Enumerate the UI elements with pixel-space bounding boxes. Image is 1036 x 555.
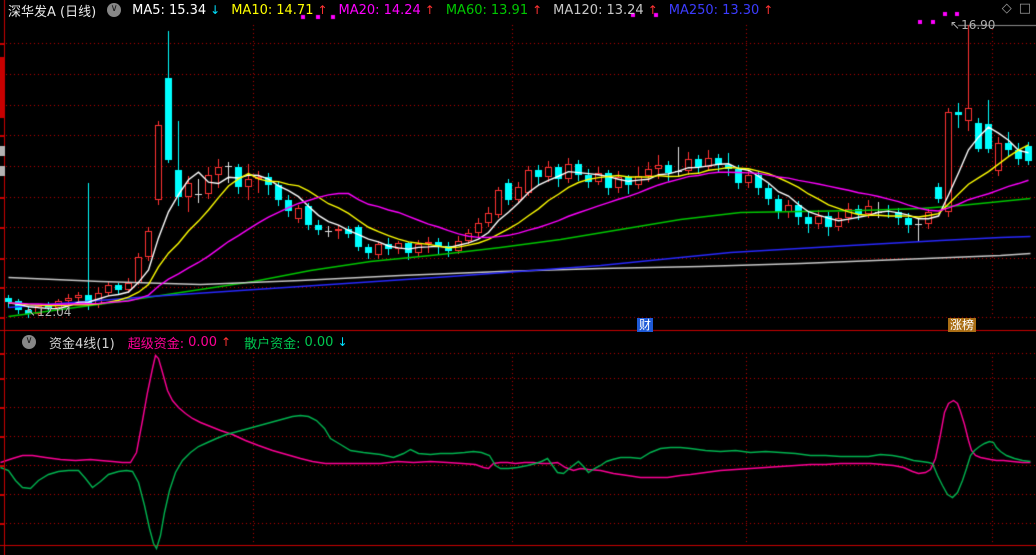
retail-funds-legend: 散户资金: 0.00 ↓ [244, 333, 347, 352]
ma120-value: 13.24 [606, 3, 643, 18]
indicator-name: 资金4线(1) [49, 333, 115, 352]
ma250-label: MA250: [669, 3, 718, 18]
indicator-header: ∨ 资金4线(1) 超级资金: 0.00 ↑ 散户资金: 0.00 ↓ [0, 332, 1036, 352]
gainers-badge[interactable]: 涨榜 [948, 318, 976, 332]
news-badge[interactable]: 财 [637, 318, 653, 332]
retail-funds-arrow-icon: ↓ [337, 335, 347, 349]
high-marker-arrow-icon: ↖ [950, 18, 960, 32]
diamond-icon[interactable]: ◇ [1002, 1, 1012, 16]
ma20-trend-arrow-icon: ↑ [425, 3, 435, 17]
low-price-value: 12.04 [37, 305, 71, 319]
ma250-value: 13.30 [722, 3, 759, 18]
stock-title: 深华发A (日线) [8, 1, 96, 20]
collapse-main-icon[interactable]: ∨ [107, 3, 121, 17]
ma250-trend-arrow-icon: ↑ [763, 3, 773, 17]
low-price-label: ↖ 12.04 [26, 305, 71, 319]
restore-window-icon[interactable]: □ [1019, 1, 1031, 16]
candlestick-chart-canvas[interactable] [0, 0, 1036, 332]
ma120-legend: MA120: 13.24 ↑ [553, 3, 658, 18]
ma60-label: MA60: [446, 3, 487, 18]
ma20-label: MA20: [339, 3, 380, 18]
retail-funds-label: 散户资金: [244, 333, 300, 352]
ma250-legend: MA250: 13.30 ↑ [669, 3, 774, 18]
ma5-trend-arrow-icon: ↓ [210, 3, 220, 17]
super-funds-label: 超级资金: [128, 333, 184, 352]
ma10-legend: MA10: 14.71 ↑ [231, 3, 327, 18]
ma60-trend-arrow-icon: ↑ [532, 3, 542, 17]
low-marker-arrow-icon: ↖ [26, 305, 36, 319]
super-funds-arrow-icon: ↑ [221, 335, 231, 349]
super-funds-value: 0.00 [188, 335, 217, 350]
ma60-value: 13.91 [491, 3, 528, 18]
ma10-label: MA10: [231, 3, 272, 18]
ma5-label: MA5: [132, 3, 165, 18]
ma60-legend: MA60: 13.91 ↑ [446, 3, 542, 18]
retail-funds-value: 0.00 [304, 335, 333, 350]
window-corner-icons: ◇ □ [1002, 1, 1031, 16]
main-chart-header: 深华发A (日线) ∨ MA5: 15.34 ↓ MA10: 14.71 ↑ M… [0, 0, 1036, 20]
ma20-legend: MA20: 14.24 ↑ [339, 3, 435, 18]
high-price-label: ↖ 16.90 [950, 18, 995, 32]
super-funds-legend: 超级资金: 0.00 ↑ [128, 333, 231, 352]
money-flow-chart-canvas[interactable] [0, 332, 1036, 555]
collapse-indicator-icon[interactable]: ∨ [22, 335, 36, 349]
ma10-trend-arrow-icon: ↑ [317, 3, 327, 17]
ma120-trend-arrow-icon: ↑ [648, 3, 658, 17]
trading-app-window: 深华发A (日线) ∨ MA5: 15.34 ↓ MA10: 14.71 ↑ M… [0, 0, 1036, 555]
ma5-legend: MA5: 15.34 ↓ [132, 3, 220, 18]
ma20-value: 14.24 [384, 3, 421, 18]
ma5-value: 15.34 [169, 3, 206, 18]
high-price-value: 16.90 [961, 18, 995, 32]
ma10-value: 14.71 [276, 3, 313, 18]
ma120-label: MA120: [553, 3, 602, 18]
